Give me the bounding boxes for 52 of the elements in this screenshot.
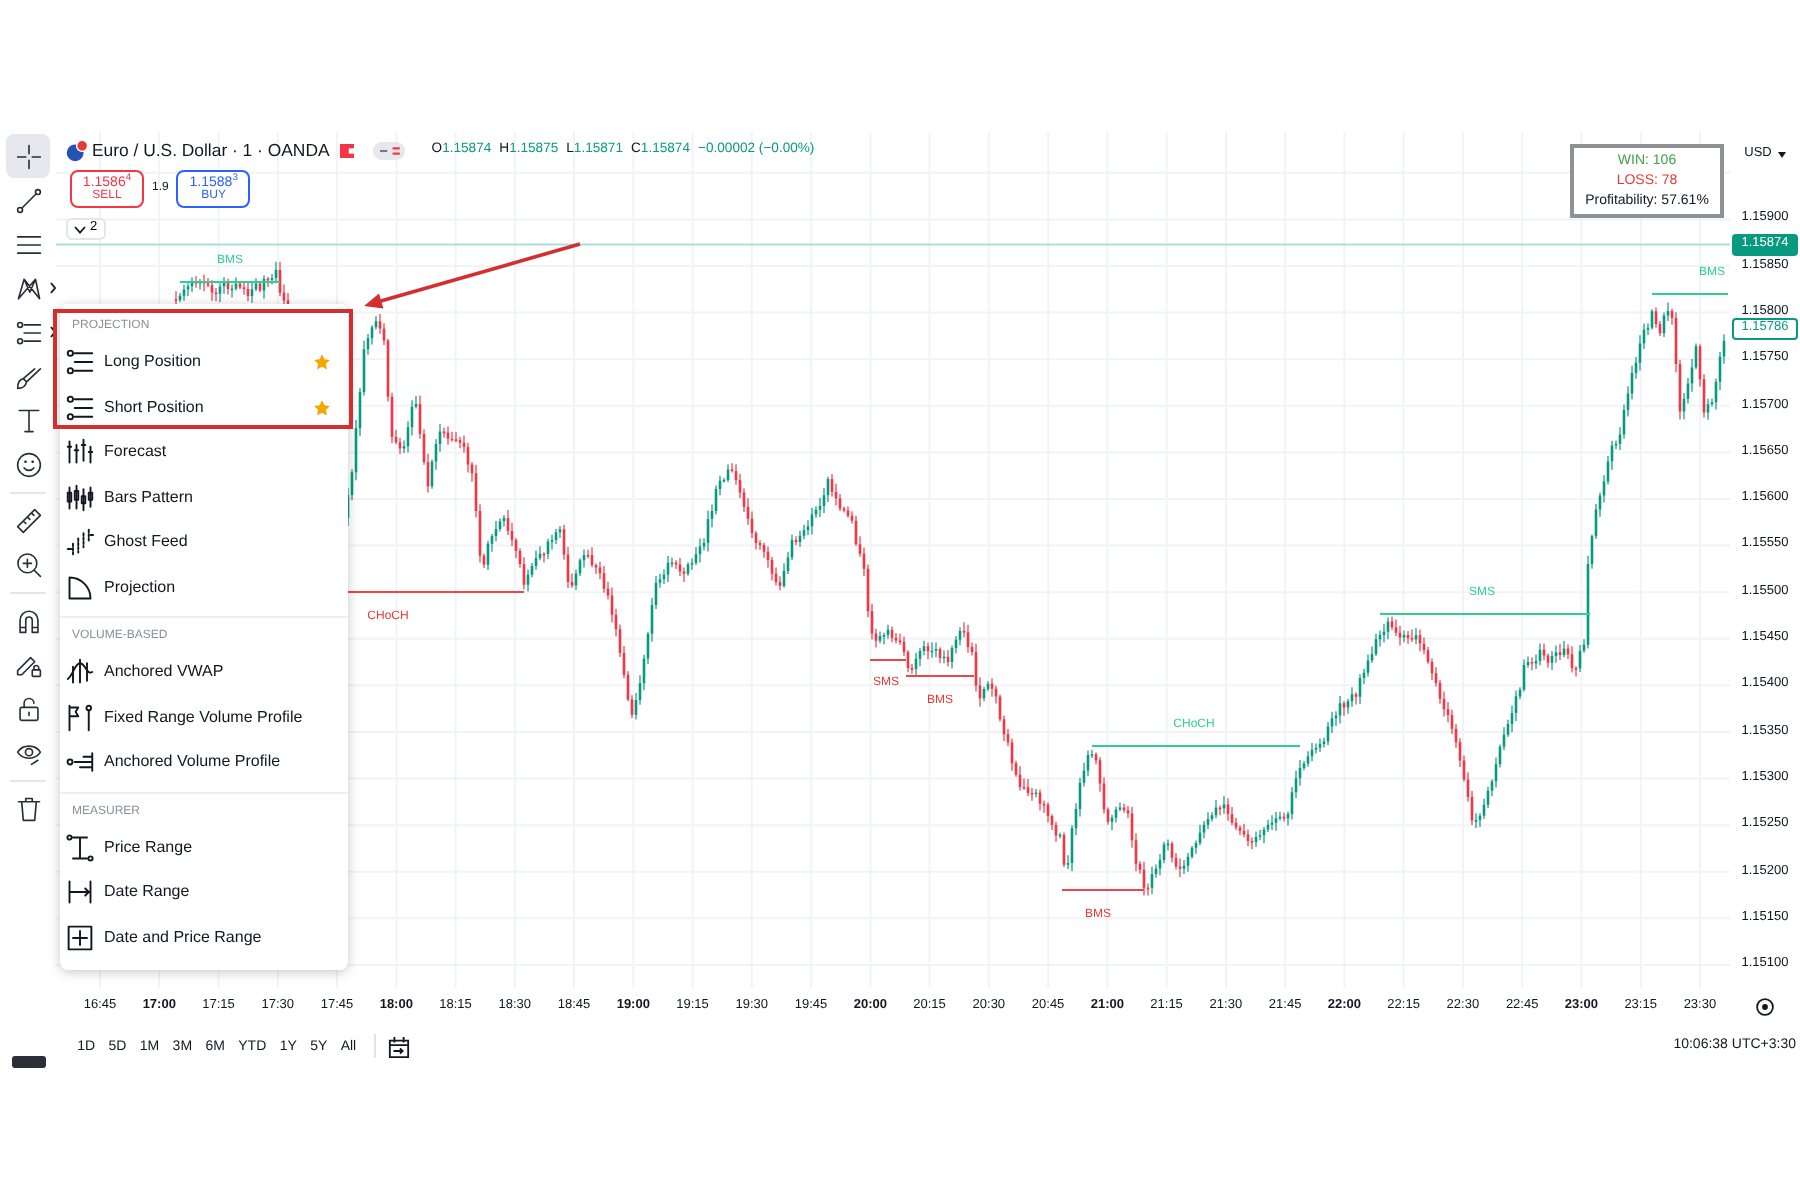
menu-item[interactable]: Anchored Volume Profile bbox=[60, 740, 348, 785]
zoom-in-icon bbox=[15, 551, 41, 577]
menu-item[interactable]: Price Range bbox=[60, 825, 348, 870]
horizontal-range-icon bbox=[66, 878, 94, 907]
eye-icon bbox=[15, 739, 41, 765]
position-lines-icon bbox=[66, 348, 94, 377]
menu-item[interactable]: Fixed Range Volume Profile bbox=[60, 695, 348, 740]
dotted-bars-icon bbox=[66, 528, 94, 557]
chevron-down-icon bbox=[74, 225, 86, 233]
structure-line bbox=[870, 659, 906, 661]
menu-item[interactable]: Bars Pattern bbox=[60, 475, 348, 520]
calendar-icon bbox=[388, 1035, 411, 1057]
symbol-title: Euro / U.S. Dollar · 1 · OANDA bbox=[92, 137, 330, 164]
menu-item[interactable]: Ghost Feed bbox=[60, 520, 348, 565]
curve-bars-icon bbox=[66, 658, 94, 687]
rounded-bar-icon bbox=[11, 1056, 45, 1068]
trend-line-icon bbox=[15, 187, 41, 213]
trash-icon bbox=[15, 795, 41, 821]
vertical-bars-icon bbox=[66, 438, 94, 467]
position-lines-icon bbox=[66, 393, 94, 422]
pencil-lock-icon bbox=[15, 651, 41, 677]
ruler-icon bbox=[15, 507, 41, 533]
smiley-icon bbox=[15, 451, 41, 477]
double-circle-icon bbox=[66, 140, 88, 162]
crosshair-icon bbox=[15, 143, 41, 169]
circle-dot-icon bbox=[1755, 997, 1774, 1015]
structure-line bbox=[1062, 889, 1144, 891]
position-lines-icon bbox=[15, 319, 41, 345]
crosshair-button[interactable] bbox=[6, 134, 50, 178]
menu-item[interactable]: Forecast bbox=[60, 430, 348, 475]
menu-item[interactable]: Short Position bbox=[60, 385, 348, 430]
structure-line bbox=[180, 281, 280, 283]
zigzag-pattern-icon bbox=[15, 275, 41, 301]
flag-range-icon bbox=[66, 703, 94, 732]
horizontal-bars-icon bbox=[66, 748, 94, 777]
structure-line bbox=[1652, 293, 1728, 295]
menu-item[interactable]: Long Position bbox=[60, 340, 348, 385]
caret-icon bbox=[1777, 151, 1786, 157]
text-icon bbox=[15, 407, 41, 433]
menu-item[interactable]: Anchored VWAP bbox=[60, 650, 348, 695]
menu-item[interactable]: Date Range bbox=[60, 870, 348, 915]
notched-square-icon bbox=[339, 144, 354, 158]
menu-item[interactable]: Projection bbox=[60, 565, 348, 610]
three-lines-icon bbox=[15, 231, 41, 257]
unlock-icon bbox=[15, 695, 41, 721]
candle-bars-icon bbox=[66, 483, 94, 512]
vertical-range-icon bbox=[66, 833, 94, 862]
menu-item[interactable]: Date and Price Range bbox=[60, 915, 348, 960]
structure-line bbox=[906, 675, 974, 677]
magnet-icon bbox=[15, 607, 41, 633]
grid-range-icon bbox=[66, 923, 94, 952]
brush-icon bbox=[15, 363, 41, 389]
